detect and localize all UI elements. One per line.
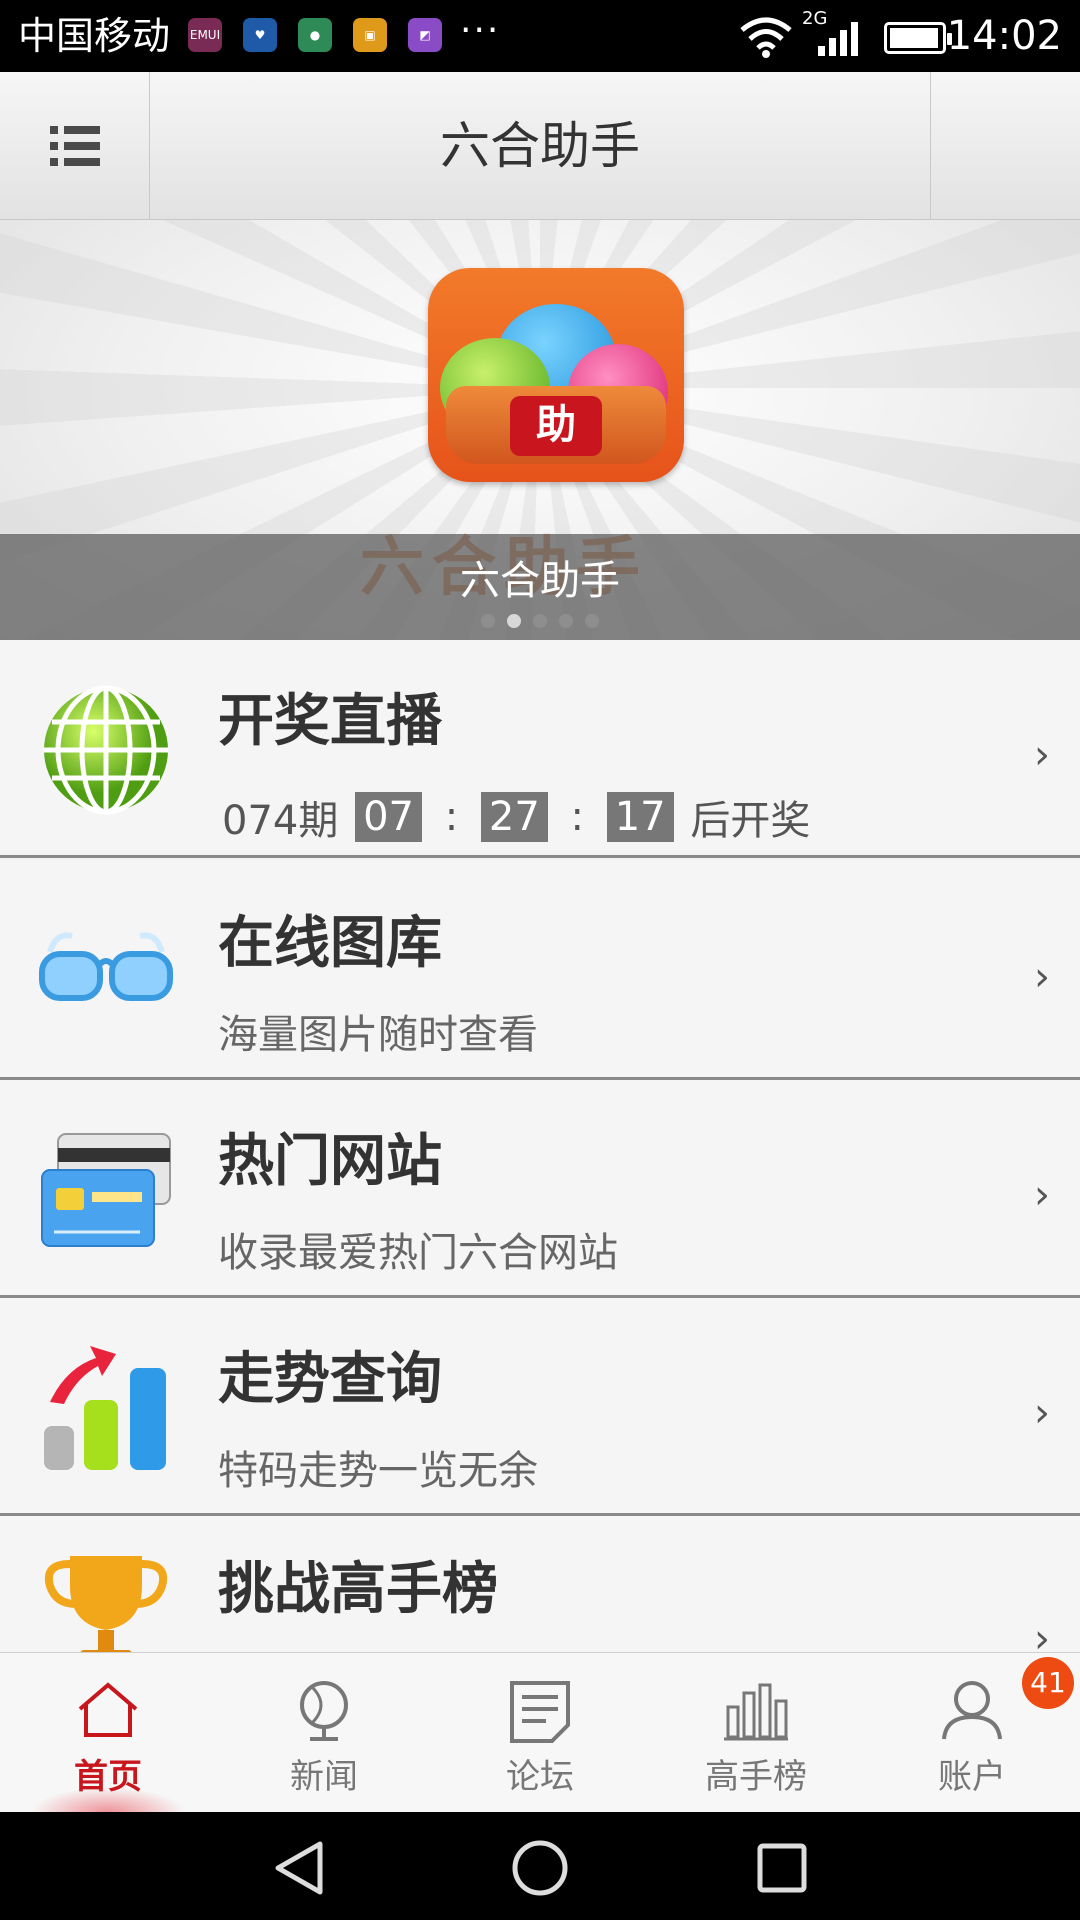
notification-badge: 41 [1022, 1657, 1074, 1709]
list-item-hot-sites[interactable]: 热门网站 收录最爱热门六合网站 › [0, 1080, 1080, 1298]
carrier-label: 中国移动 [18, 14, 171, 58]
item-title: 走势查询 [218, 1347, 442, 1412]
ranking-icon [724, 1683, 788, 1741]
pager-dot[interactable] [533, 614, 547, 628]
tab-ranking[interactable]: 高手榜 [648, 1653, 864, 1813]
recents-icon[interactable] [752, 1840, 812, 1896]
tab-forum[interactable]: 论坛 [432, 1653, 648, 1813]
draw-countdown: 074期 07 : 27 : 17 后开奖 [222, 788, 810, 844]
home-nav-icon[interactable] [510, 1840, 570, 1896]
trophy-icon [45, 1556, 167, 1652]
countdown-seconds: 17 [606, 792, 674, 842]
chevron-right-icon: › [1034, 732, 1050, 778]
bottom-tab-bar: 首页 新闻 论坛 高手榜 账户 41 [0, 1652, 1080, 1813]
signal-icon [818, 22, 862, 56]
card-icon [41, 1133, 171, 1247]
app-header: 六合助手 [0, 72, 1080, 220]
glasses-icon [39, 932, 173, 1001]
feature-list: 开奖直播 074期 07 : 27 : 17 后开奖 › 在线图库 海量图片随时… [0, 640, 1080, 1652]
banner-caption: 六合助手 [460, 558, 620, 604]
item-title: 开奖直播 [218, 689, 442, 754]
logo-badge-text: 助 [510, 396, 602, 456]
item-subtitle: 海量图片随时查看 [218, 1012, 538, 1058]
forum-icon [510, 1681, 570, 1743]
menu-button[interactable] [0, 72, 150, 220]
pager-dot[interactable] [559, 614, 573, 628]
back-icon[interactable] [270, 1840, 330, 1896]
gallery-icon: ◩ [408, 18, 442, 52]
account-icon [942, 1681, 1002, 1740]
pager-dot[interactable] [481, 614, 495, 628]
globe-icon [300, 1681, 348, 1741]
wallet-icon: ▣ [353, 18, 387, 52]
countdown-suffix: 后开奖 [690, 798, 811, 844]
pager-dot[interactable] [585, 614, 599, 628]
tab-label: 新闻 [290, 1757, 358, 1797]
item-subtitle: 收录最爱热门六合网站 [218, 1230, 618, 1276]
battery-icon [884, 22, 952, 54]
item-title: 热门网站 [218, 1129, 442, 1194]
tab-label: 首页 [74, 1757, 142, 1797]
list-item-live-draw[interactable]: 开奖直播 074期 07 : 27 : 17 后开奖 › [0, 640, 1080, 858]
page-title: 六合助手 [440, 117, 640, 175]
item-title: 挑战高手榜 [218, 1557, 498, 1622]
item-title: 在线图库 [218, 911, 442, 976]
tab-label: 论坛 [506, 1757, 574, 1797]
banner-caption-bar: 六合助手 [0, 534, 1080, 640]
health-icon: ♥ [243, 18, 277, 52]
list-item-leaderboard[interactable]: 挑战高手榜 › [0, 1516, 1080, 1652]
chevron-right-icon: › [1034, 954, 1050, 1000]
wifi-icon [740, 17, 792, 58]
countdown-minutes: 27 [480, 792, 548, 842]
home-icon [78, 1682, 138, 1737]
app-logo-image: 助 [428, 268, 684, 482]
overflow-indicator: ··· [460, 10, 501, 51]
item-subtitle: 特码走势一览无余 [218, 1448, 538, 1494]
countdown-separator: : [444, 794, 459, 840]
system-nav-bar [0, 1812, 1080, 1920]
list-item-gallery[interactable]: 在线图库 海量图片随时查看 › [0, 862, 1080, 1080]
status-bar: 中国移动 EMUI ♥ ● ▣ ◩ ··· 2G 14:02 [0, 0, 1080, 72]
tab-account[interactable]: 账户 41 [864, 1653, 1080, 1813]
tab-label: 高手榜 [705, 1757, 807, 1797]
list-menu-icon [50, 126, 100, 166]
header-right-slot[interactable] [930, 72, 1080, 220]
list-item-trend[interactable]: 走势查询 特码走势一览无余 › [0, 1298, 1080, 1516]
tab-label: 账户 [938, 1757, 1006, 1797]
clock: 14:02 [946, 13, 1062, 59]
tab-news[interactable]: 新闻 [216, 1653, 432, 1813]
emui-icon: EMUI [188, 18, 222, 52]
pager-dot-active[interactable] [507, 614, 521, 628]
globe-icon [44, 685, 168, 815]
chevron-right-icon: › [1034, 1616, 1050, 1652]
countdown-separator: : [570, 794, 585, 840]
tab-home[interactable]: 首页 [0, 1653, 216, 1813]
countdown-hours: 07 [355, 792, 422, 842]
chevron-right-icon: › [1034, 1390, 1050, 1436]
banner-pager[interactable] [0, 614, 1080, 628]
message-icon: ● [298, 18, 332, 52]
trend-chart-icon [44, 1346, 166, 1470]
issue-number: 074期 [222, 798, 339, 844]
chevron-right-icon: › [1034, 1172, 1050, 1218]
banner-carousel[interactable]: 助 六合助手 六合助手 [0, 220, 1080, 640]
